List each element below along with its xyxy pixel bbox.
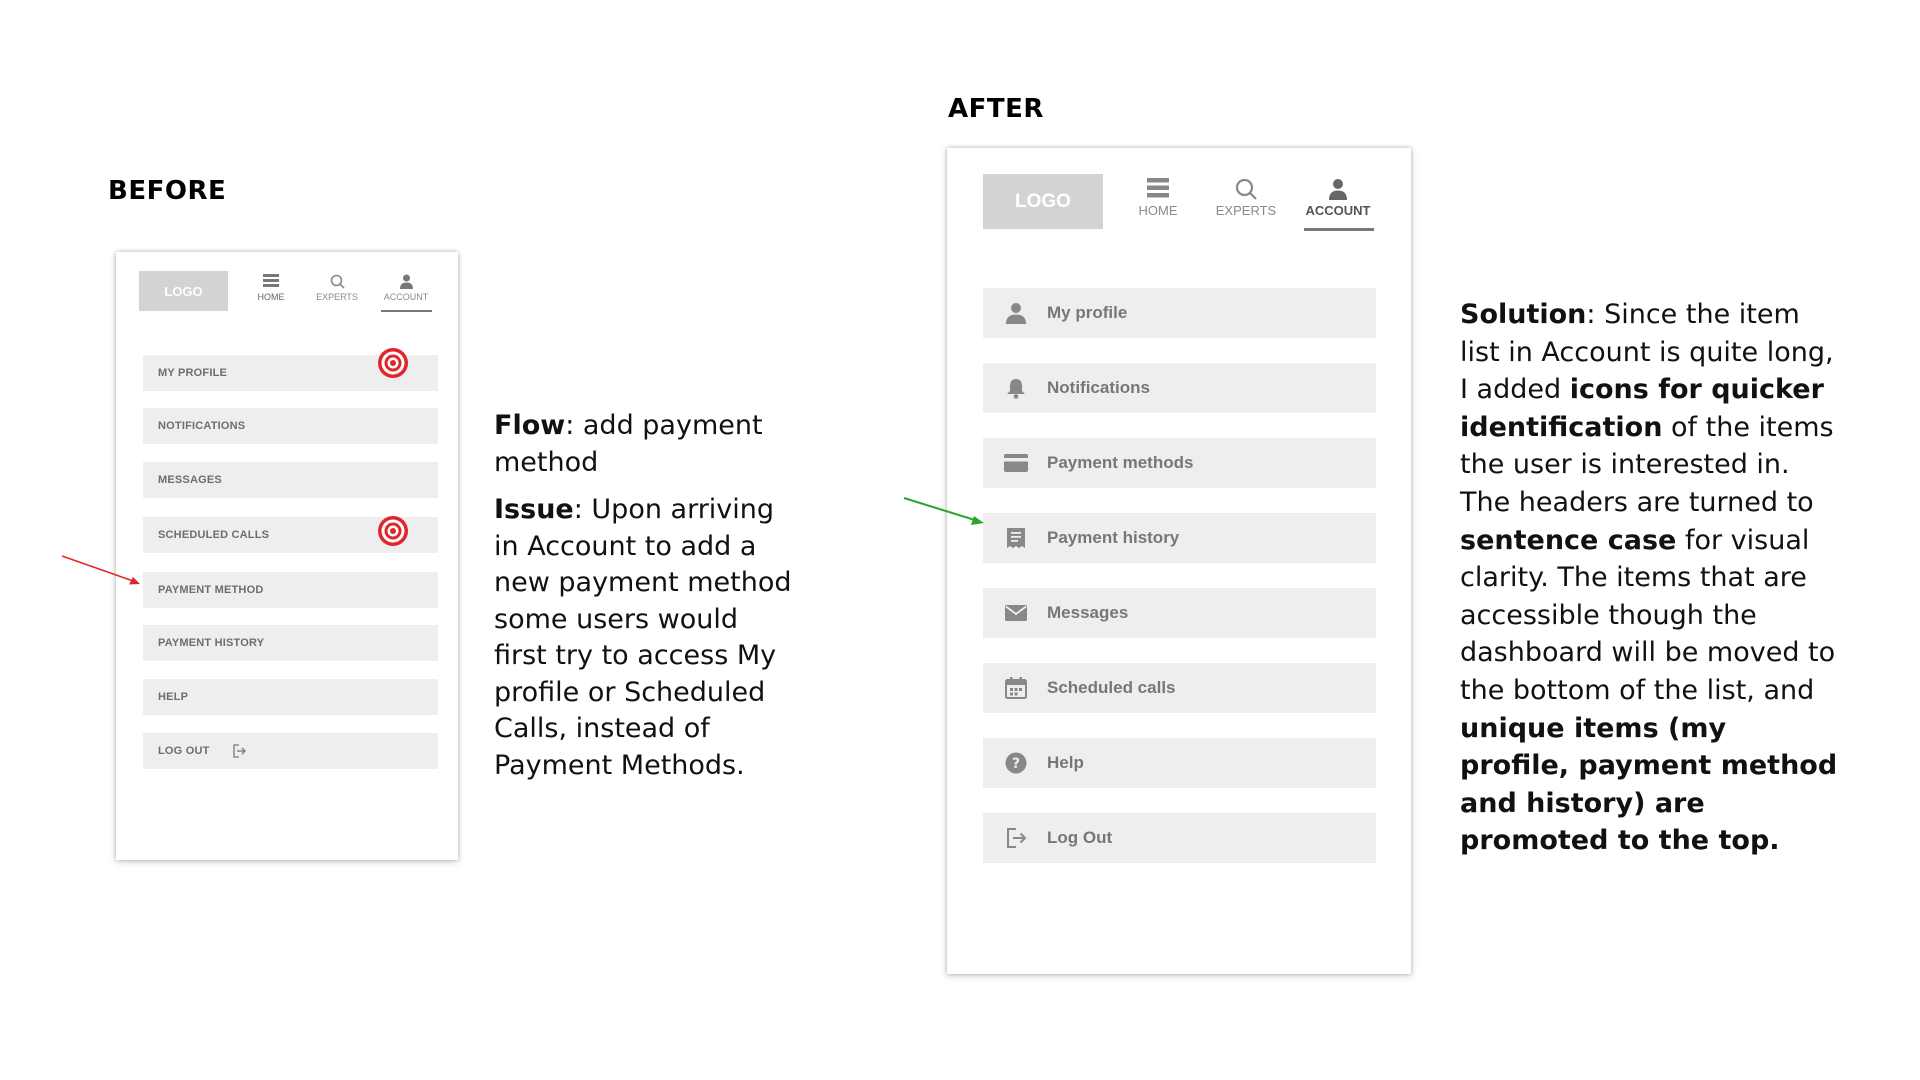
after-nav-home[interactable]: HOME	[1132, 178, 1184, 218]
solution-bold-2: sentence case	[1460, 524, 1677, 556]
issue-label: Issue	[494, 494, 574, 525]
issue-text: : Upon arriving in Account to add a new …	[494, 494, 792, 781]
before-item-label: MESSAGES	[158, 474, 222, 486]
search-icon	[330, 274, 345, 289]
target-icon	[378, 348, 408, 378]
before-nav-account-label: ACCOUNT	[383, 292, 429, 302]
before-nav-home-label: HOME	[257, 292, 285, 302]
before-item-label: PAYMENT METHOD	[158, 584, 264, 596]
svg-text:?: ?	[1012, 756, 1020, 772]
issue-paragraph: Issue: Upon arriving in Account to add a…	[494, 492, 794, 784]
after-item-payment-history[interactable]: Payment history	[983, 513, 1376, 563]
after-item-notifications[interactable]: Notifications	[983, 363, 1376, 413]
after-item-help[interactable]: ? Help	[983, 738, 1376, 788]
after-account-underline	[1304, 228, 1374, 231]
credit-card-icon	[1003, 450, 1029, 476]
before-nav-home[interactable]: HOME	[251, 274, 291, 302]
user-icon	[399, 274, 413, 289]
solution-bold-3: unique items (my profile, payment method…	[1460, 712, 1838, 857]
flow-paragraph: Flow: add payment method	[494, 408, 794, 481]
before-logo: LOGO	[139, 271, 228, 311]
after-item-label: Payment history	[1047, 528, 1180, 547]
before-item-messages[interactable]: MESSAGES	[143, 462, 438, 498]
user-icon	[1003, 300, 1029, 326]
before-item-label: SCHEDULED CALLS	[158, 529, 270, 541]
after-item-label: My profile	[1047, 303, 1128, 322]
help-icon: ?	[1003, 750, 1029, 776]
after-phone-mockup: LOGO HOME EXPERTS ACCOUNT My profile Not…	[947, 148, 1411, 974]
solution-label: Solution	[1460, 299, 1587, 330]
target-icon	[378, 516, 408, 546]
after-nav-account-label: ACCOUNT	[1305, 203, 1371, 218]
after-item-scheduled-calls[interactable]: Scheduled calls	[983, 663, 1376, 713]
user-icon	[1329, 179, 1347, 200]
before-item-label: MY PROFILE	[158, 367, 228, 379]
before-item-payment-method[interactable]: PAYMENT METHOD	[143, 572, 438, 608]
receipt-icon	[1003, 525, 1029, 551]
after-item-messages[interactable]: Messages	[983, 588, 1376, 638]
before-item-notifications[interactable]: NOTIFICATIONS	[143, 408, 438, 444]
after-item-label: Messages	[1047, 603, 1129, 622]
after-item-label: Scheduled calls	[1047, 678, 1176, 697]
before-item-label: PAYMENT HISTORY	[158, 637, 265, 649]
red-arrow-icon	[61, 555, 140, 585]
before-heading: BEFORE	[108, 176, 227, 206]
after-nav-account[interactable]: ACCOUNT	[1303, 178, 1373, 218]
after-logo: LOGO	[983, 174, 1103, 229]
after-nav-home-label: HOME	[1138, 203, 1178, 218]
before-account-underline	[381, 310, 432, 312]
solution-text: Solution: Since the item list in Account…	[1460, 296, 1840, 860]
before-item-label: HELP	[158, 691, 189, 703]
search-icon	[1235, 178, 1257, 200]
after-item-log-out[interactable]: Log Out	[983, 813, 1376, 863]
after-item-payment-methods[interactable]: Payment methods	[983, 438, 1376, 488]
before-nav-experts-label: EXPERTS	[316, 292, 358, 302]
home-list-icon	[1147, 178, 1169, 198]
before-phone-mockup: LOGO HOME EXPERTS ACCOUNT MY PROFILE NOT…	[116, 252, 458, 860]
logout-icon	[232, 744, 246, 758]
bell-icon	[1003, 375, 1029, 401]
after-item-label: Help	[1047, 753, 1084, 772]
after-heading: AFTER	[948, 94, 1044, 124]
before-nav-account[interactable]: ACCOUNT	[380, 274, 432, 302]
home-list-icon	[263, 274, 279, 287]
before-item-payment-history[interactable]: PAYMENT HISTORY	[143, 625, 438, 661]
green-arrow-icon	[903, 497, 984, 525]
after-item-label: Notifications	[1047, 378, 1150, 397]
envelope-icon	[1003, 600, 1029, 626]
calendar-icon	[1003, 675, 1029, 701]
flow-issue-text: Flow: add payment method Issue: Upon arr…	[494, 408, 794, 795]
after-item-my-profile[interactable]: My profile	[983, 288, 1376, 338]
after-item-label: Payment methods	[1047, 453, 1194, 472]
flow-label: Flow	[494, 410, 566, 441]
logout-icon	[1003, 825, 1029, 851]
after-nav-experts[interactable]: EXPERTS	[1213, 178, 1279, 218]
before-item-help[interactable]: HELP	[143, 679, 438, 715]
before-item-label: NOTIFICATIONS	[158, 420, 246, 432]
before-nav-experts[interactable]: EXPERTS	[312, 274, 362, 302]
after-nav-experts-label: EXPERTS	[1215, 203, 1277, 218]
before-item-label: LOG OUT	[158, 745, 210, 757]
after-item-label: Log Out	[1047, 828, 1113, 847]
before-item-log-out[interactable]: LOG OUT	[143, 733, 438, 769]
